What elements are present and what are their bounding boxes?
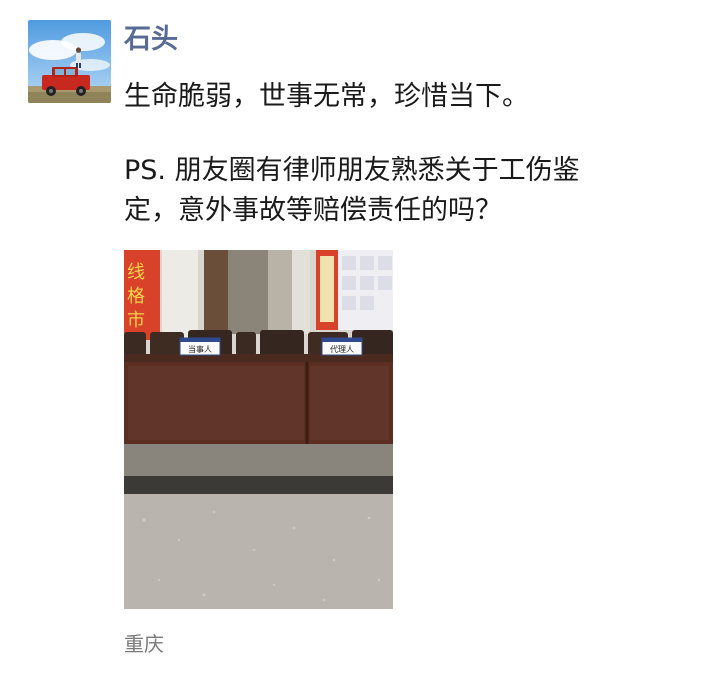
svg-text:格: 格 — [127, 286, 145, 307]
svg-text:市: 市 — [127, 310, 145, 331]
post-photo[interactable]: 线 格 市 当事人 代理人 — [124, 250, 393, 609]
avatar-image — [28, 20, 111, 103]
nameplate-right: 代理人 — [330, 344, 354, 354]
author-name[interactable]: 石头 — [124, 22, 178, 58]
post-text-line-1: 生命脆弱，世事无常，珍惜当下。 — [124, 81, 529, 112]
svg-text:线: 线 — [127, 262, 145, 283]
avatar[interactable] — [28, 20, 111, 103]
post-text-line-2: PS. 朋友圈有律师朋友熟悉关于工伤鉴 — [124, 155, 580, 186]
courtroom-photo: 线 格 市 当事人 代理人 — [124, 250, 393, 609]
location-label[interactable]: 重庆 — [124, 630, 164, 658]
moments-post: 石头 生命脆弱，世事无常，珍惜当下。 PS. 朋友圈有律师朋友熟悉关于工伤鉴 定… — [0, 0, 711, 693]
nameplate-left: 当事人 — [188, 344, 212, 354]
post-text-line-3: 定，意外事故等赔偿责任的吗？ — [124, 195, 502, 226]
